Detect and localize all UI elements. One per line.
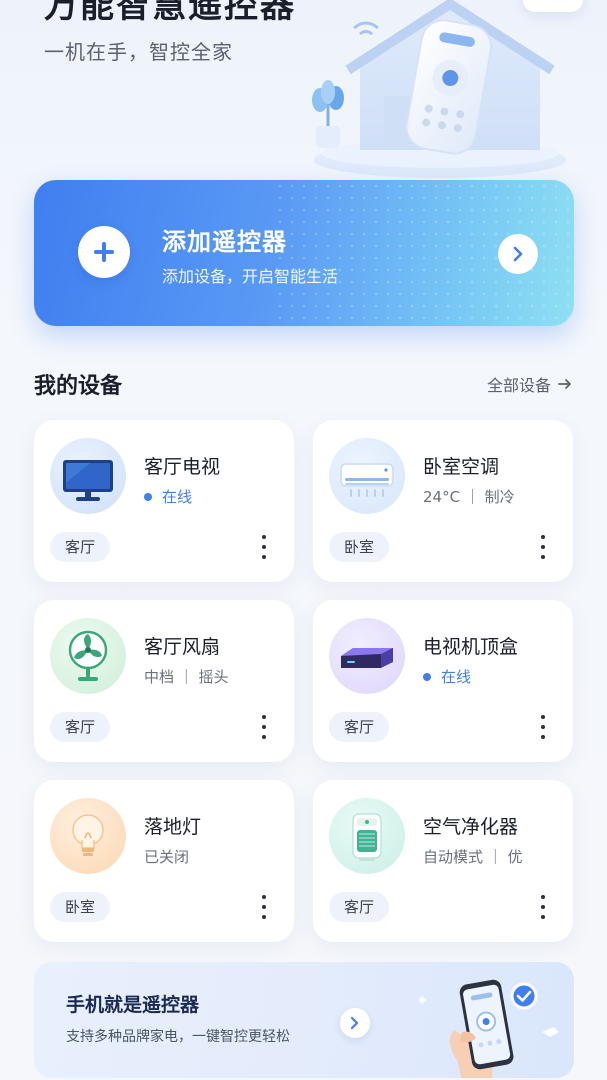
add-remote-title: 添加遥控器	[162, 228, 287, 256]
online-dot-icon	[423, 672, 431, 681]
my-devices-title: 我的设备	[34, 374, 123, 399]
device-status: 24°C ｜ 制冷	[423, 486, 515, 507]
app-title: 万能智慧遥控器	[44, 0, 296, 26]
smart-home-remote-illustration	[312, 0, 566, 178]
promo-title: 手机就是遥控器	[66, 994, 200, 1016]
view-all-label: 全部设备	[486, 376, 551, 395]
device-status: 已关闭	[144, 846, 189, 867]
set-top-box-icon	[329, 618, 405, 694]
room-tag: 客厅	[329, 892, 390, 922]
more-options-icon[interactable]	[252, 532, 276, 562]
fan-icon	[50, 618, 126, 694]
device-status-text: 自动模式 ｜ 优	[423, 848, 523, 866]
device-card-set-top-box[interactable]: 电视机顶盒 在线 客厅	[313, 600, 573, 762]
device-status-text: 在线	[162, 488, 193, 506]
room-tag: 客厅	[50, 712, 111, 742]
device-card-living-room-fan[interactable]: 客厅风扇 中档 ｜ 摇头 客厅	[34, 600, 294, 762]
add-remote-card[interactable]: 添加遥控器 添加设备，开启智能生活	[34, 180, 574, 326]
online-dot-icon	[144, 492, 152, 501]
device-name: 卧室空调	[423, 456, 500, 478]
more-options-icon[interactable]	[531, 712, 555, 742]
promo-arrow-button[interactable]	[340, 1008, 370, 1038]
device-status-text: 已关闭	[144, 848, 190, 866]
room-tag: 卧室	[50, 892, 111, 922]
tv-icon	[50, 438, 126, 514]
device-status-text: 在线	[441, 668, 472, 686]
more-options-icon[interactable]	[531, 532, 555, 562]
device-status-text: 中档 ｜ 摇头	[144, 668, 229, 686]
air-conditioner-icon	[329, 438, 405, 514]
app-subtitle: 一机在手，智控全家	[44, 40, 233, 64]
more-options-icon[interactable]	[252, 712, 276, 742]
device-name: 客厅电视	[144, 456, 221, 478]
phone-in-hand-illustration	[418, 979, 559, 1078]
device-card-bedroom-ac[interactable]: 卧室空调 24°C ｜ 制冷 卧室	[313, 420, 573, 582]
light-bulb-icon	[50, 798, 126, 874]
device-card-floor-lamp[interactable]: 落地灯 已关闭 卧室	[34, 780, 294, 942]
room-tag: 卧室	[329, 532, 390, 562]
air-purifier-icon	[329, 798, 405, 874]
device-name: 落地灯	[144, 816, 202, 838]
promo-banner[interactable]: 手机就是遥控器 支持多种品牌家电，一键智控更轻松	[34, 962, 574, 1078]
hero-header: 万能智慧遥控器 一机在手，智控全家	[0, 0, 607, 180]
device-status: 在线	[423, 666, 471, 687]
more-options-icon[interactable]	[252, 892, 276, 922]
chevron-right-icon	[513, 246, 523, 262]
room-tag: 客厅	[329, 712, 390, 742]
device-card-air-purifier[interactable]: 空气净化器 自动模式 ｜ 优 客厅	[313, 780, 573, 942]
device-name: 空气净化器	[423, 816, 519, 838]
device-status-text: 24°C ｜ 制冷	[423, 488, 515, 506]
chevron-right-icon	[350, 1016, 359, 1030]
device-name: 电视机顶盒	[423, 636, 519, 658]
room-tag: 客厅	[50, 532, 111, 562]
plus-icon	[78, 226, 130, 278]
device-card-living-room-tv[interactable]: 客厅电视 在线 客厅	[34, 420, 294, 582]
more-options-icon[interactable]	[531, 892, 555, 922]
add-remote-subtitle: 添加设备，开启智能生活	[162, 267, 339, 286]
device-name: 客厅风扇	[144, 636, 221, 658]
view-all-devices-link[interactable]: 全部设备	[487, 372, 573, 396]
device-status: 在线	[144, 486, 192, 507]
device-status: 自动模式 ｜ 优	[423, 846, 523, 867]
device-status: 中档 ｜ 摇头	[144, 666, 229, 687]
add-remote-arrow-button[interactable]	[498, 234, 538, 274]
promo-subtitle: 支持多种品牌家电，一键智控更轻松	[66, 1029, 290, 1045]
arrow-right-icon	[558, 379, 571, 389]
